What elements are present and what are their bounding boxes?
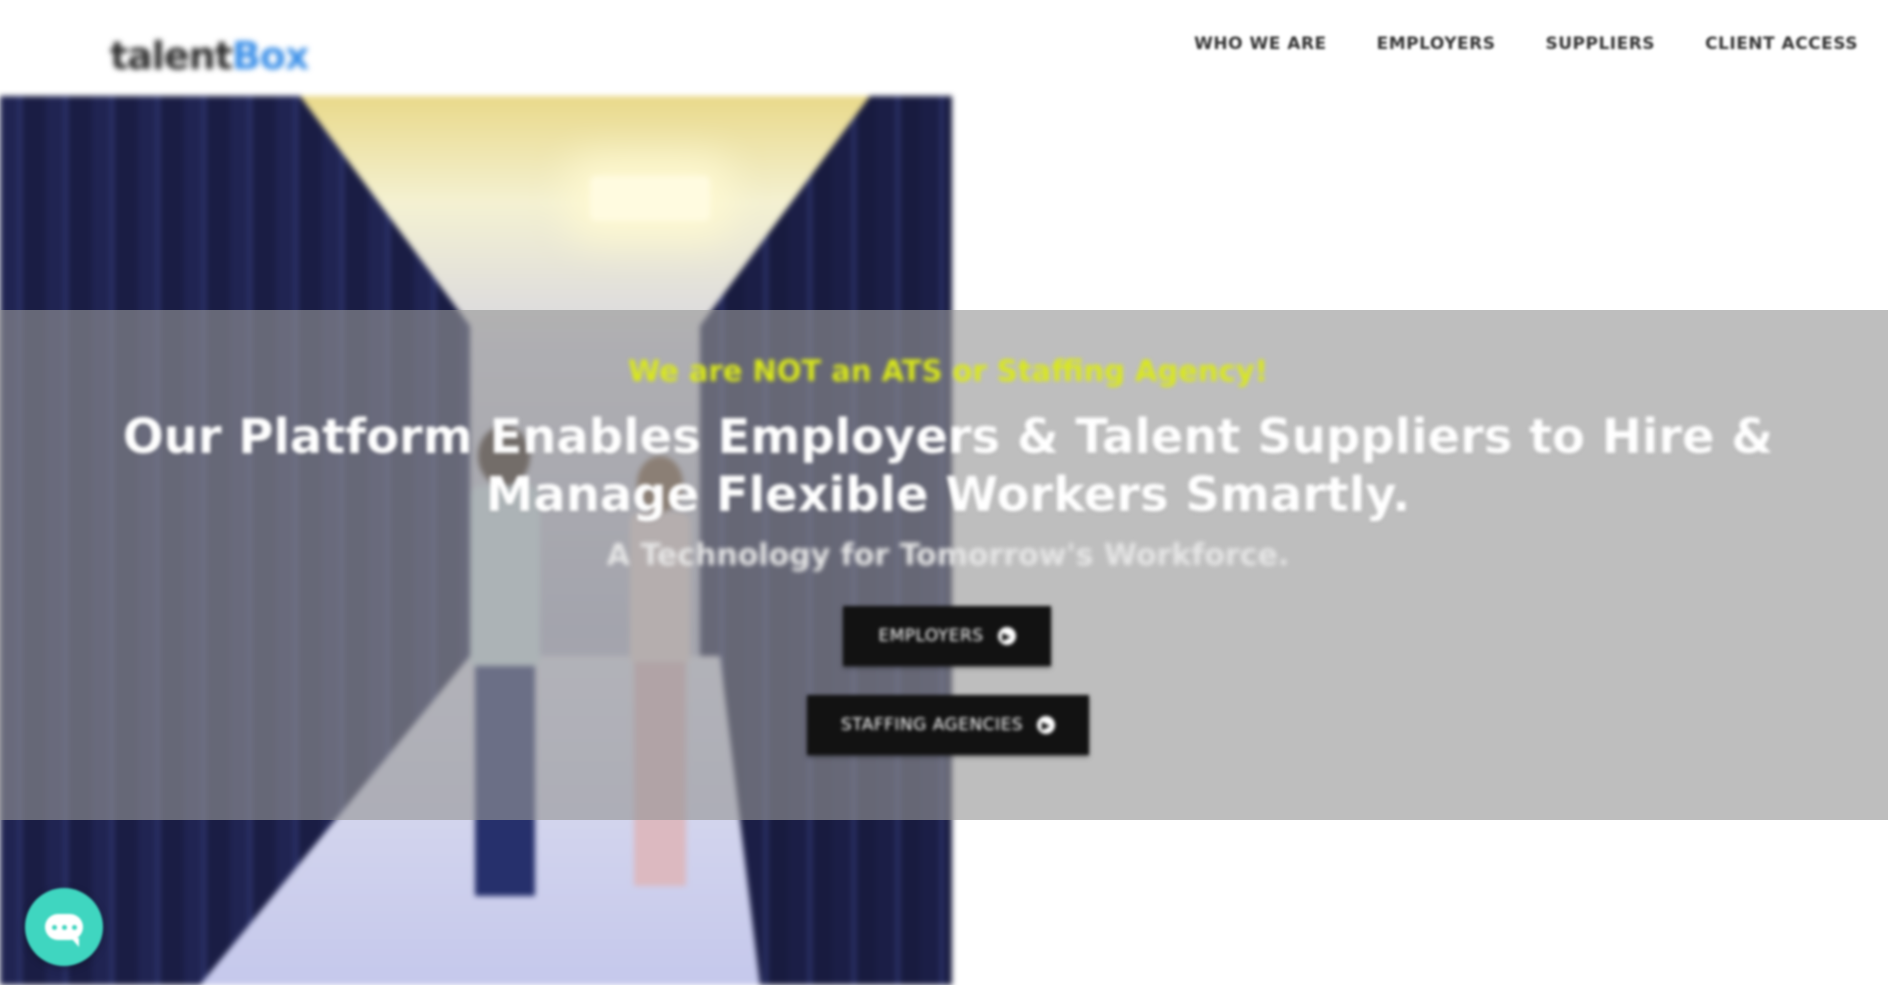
logo-text-dark: talent <box>110 34 233 78</box>
staffing-agencies-button-label: STAFFING AGENCIES <box>840 715 1024 735</box>
arrow-circle-right-icon: ▶ <box>1037 716 1056 734</box>
hero-subline: A Technology for Tomorrow's Workforce. <box>606 538 1290 573</box>
site-header: talent Box WHO WE ARE EMPLOYERS SUPPLIERS… <box>0 0 1896 96</box>
nav-employers[interactable]: EMPLOYERS <box>1377 34 1496 54</box>
main-nav: WHO WE ARE EMPLOYERS SUPPLIERS CLIENT AC… <box>1194 34 1858 54</box>
logo-text-blue: Box <box>231 34 310 78</box>
hero-headline: Our Platform Enables Employers & Talent … <box>122 409 1774 523</box>
employers-button-label: EMPLOYERS <box>878 626 984 646</box>
hero-tagline: We are NOT an ATS or Staffing Agency! <box>628 354 1268 388</box>
arrow-circle-right-icon: ▶ <box>997 627 1016 645</box>
staffing-agencies-button[interactable]: STAFFING AGENCIES ▶ <box>807 695 1089 755</box>
chat-bubble-icon <box>45 914 83 947</box>
ceiling-light <box>590 176 710 221</box>
employers-button[interactable]: EMPLOYERS ▶ <box>843 606 1051 666</box>
nav-client-access[interactable]: CLIENT ACCESS <box>1705 34 1858 54</box>
nav-suppliers[interactable]: SUPPLIERS <box>1545 34 1655 54</box>
chat-widget-button[interactable] <box>25 888 103 966</box>
nav-who-we-are[interactable]: WHO WE ARE <box>1194 34 1327 54</box>
site-logo[interactable]: talent Box <box>110 34 310 78</box>
